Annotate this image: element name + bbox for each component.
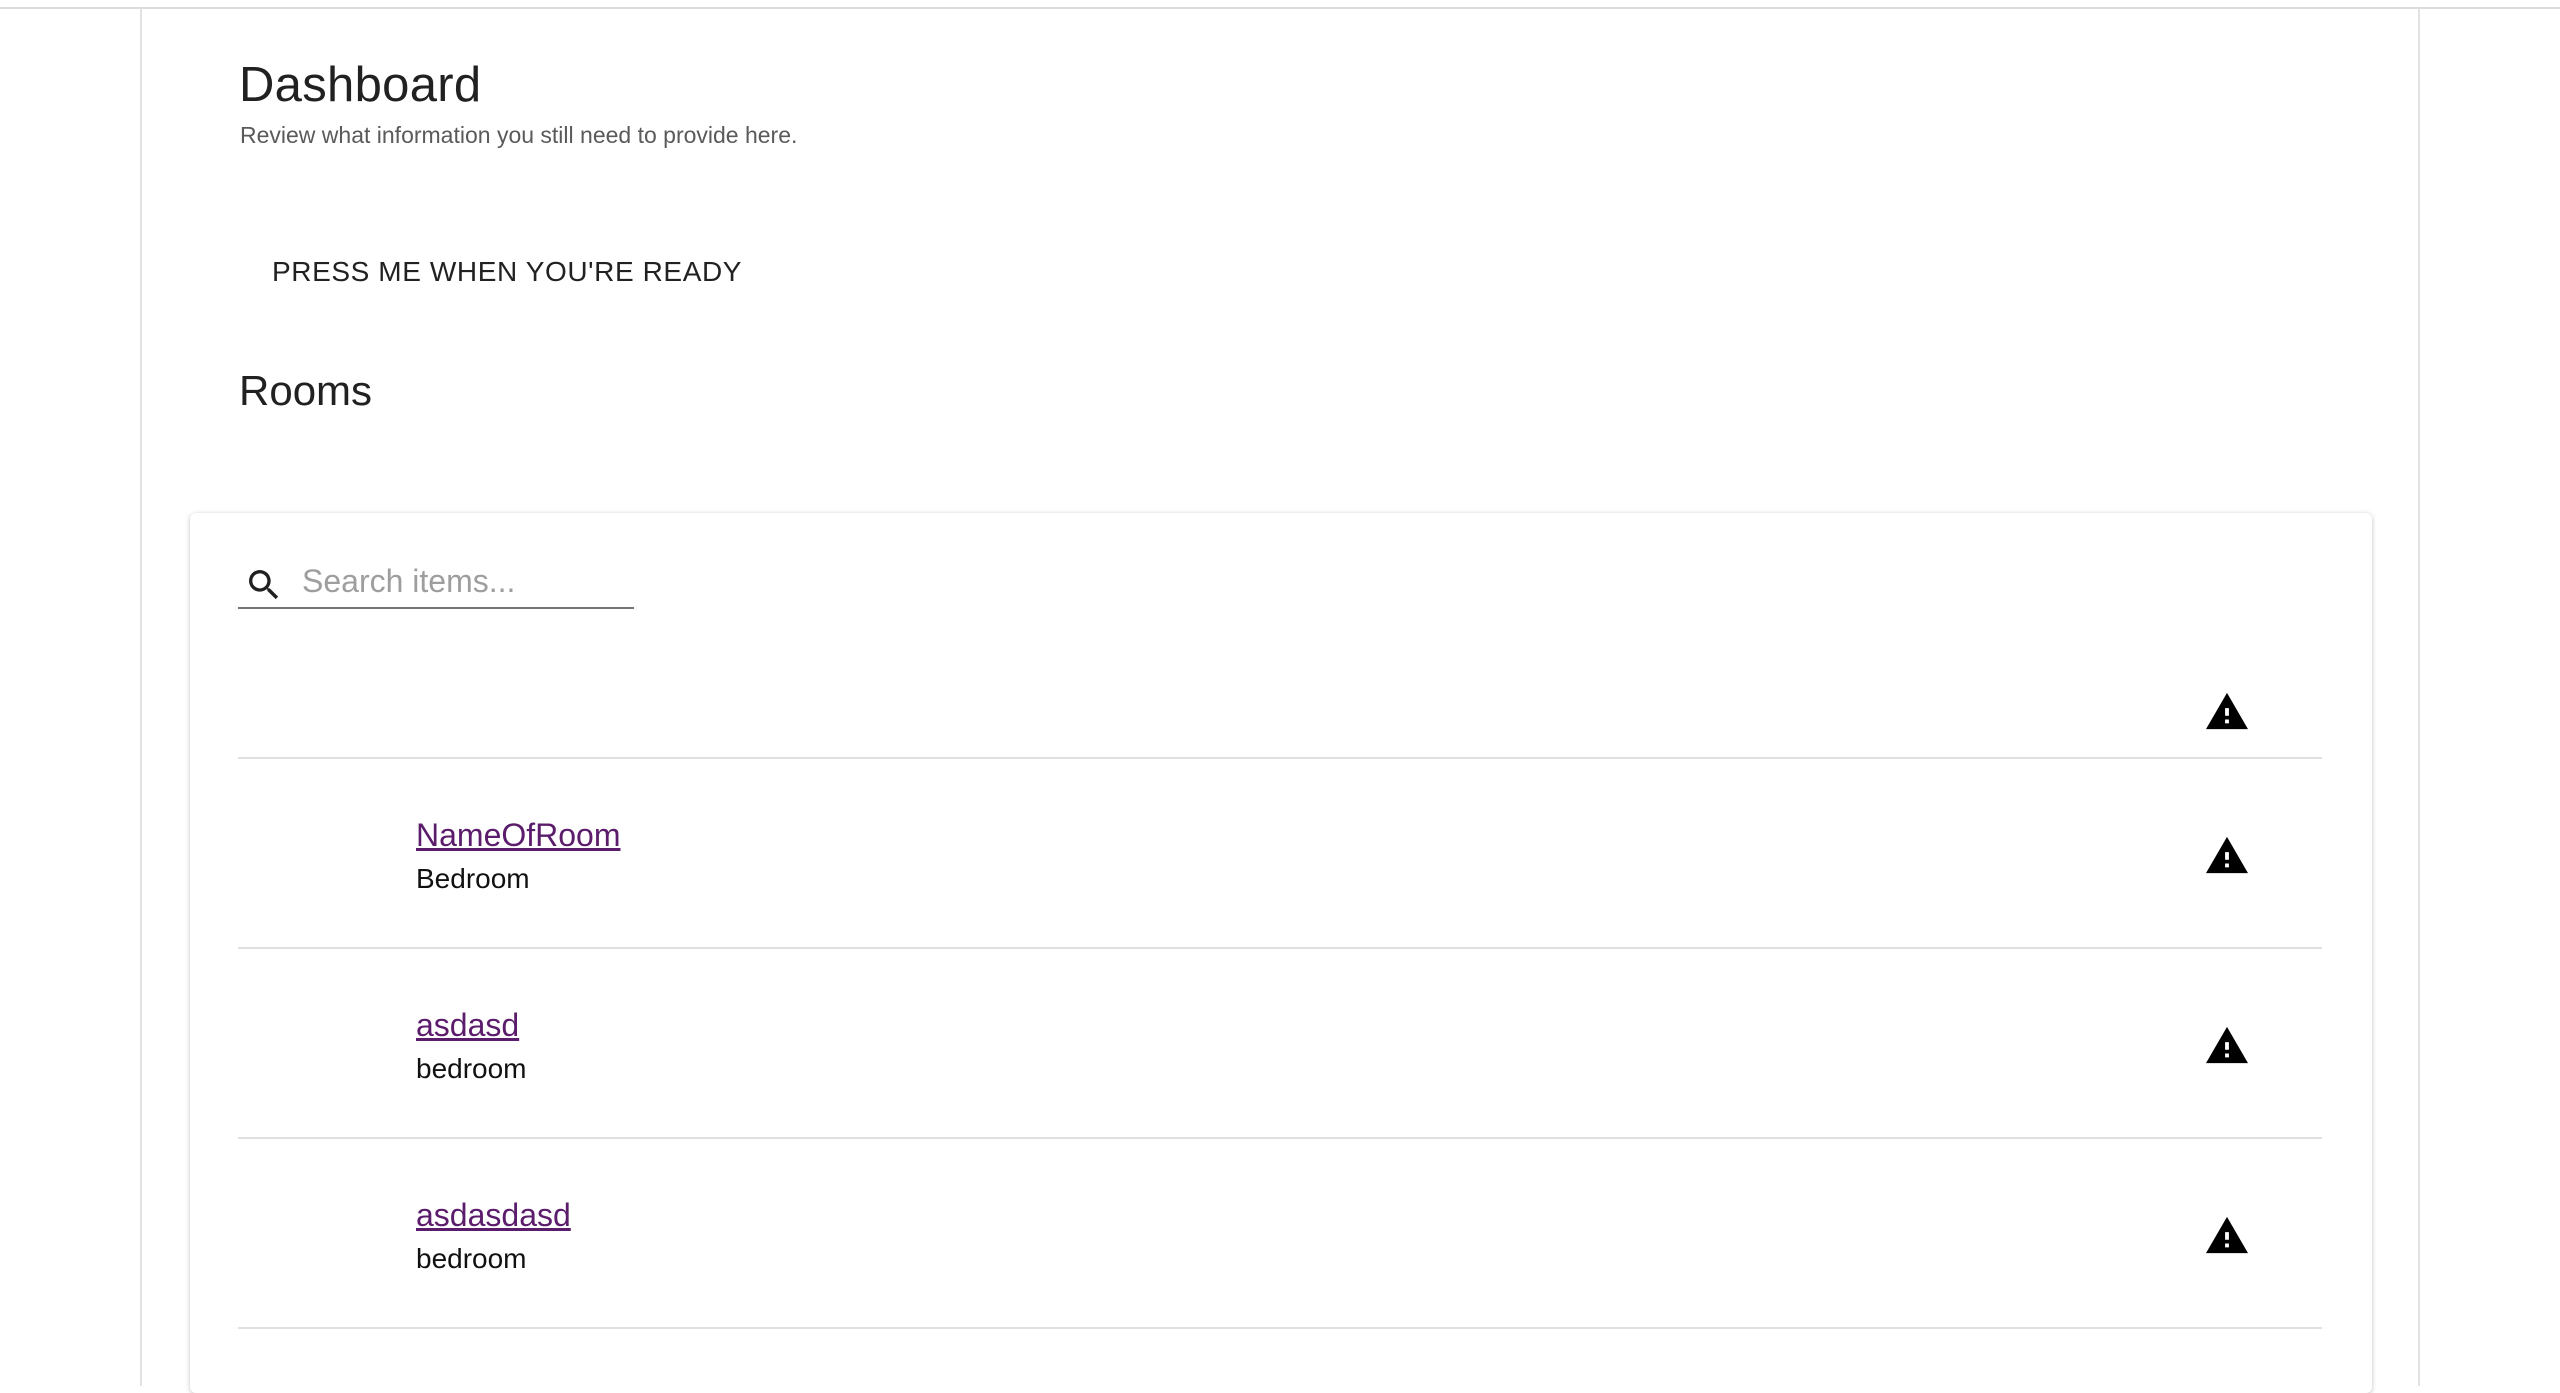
room-type: bedroom <box>416 1053 527 1084</box>
rooms-section-title: Rooms <box>239 367 373 414</box>
room-type: bedroom <box>416 1243 527 1274</box>
room-name-link[interactable]: asdasd <box>416 1007 519 1044</box>
warning-icon <box>2206 836 2248 874</box>
search-icon <box>249 570 279 600</box>
warning-icon <box>2206 1026 2248 1064</box>
page-container: Dashboard Review what information you st… <box>140 9 2420 1393</box>
rooms-card: NameOfRoom Bedroom asdasd bedroom asdasd… <box>190 513 2372 1393</box>
page-title: Dashboard <box>239 58 482 112</box>
table-row: asdasd bedroom <box>238 949 2322 1139</box>
warning-icon <box>2206 1216 2248 1254</box>
table-row: asdasdasd bedroom <box>238 1139 2322 1329</box>
top-divider <box>0 0 2560 9</box>
warning-icon <box>2206 692 2248 730</box>
room-name-link[interactable]: asdasdasd <box>416 1197 571 1234</box>
search-input[interactable] <box>300 559 624 603</box>
room-name-link[interactable]: NameOfRoom <box>416 817 621 854</box>
ready-button[interactable]: PRESS ME WHEN YOU'RE READY <box>240 236 774 308</box>
room-type: Bedroom <box>416 863 530 894</box>
table-row: NameOfRoom Bedroom <box>238 759 2322 949</box>
page-subtitle: Review what information you still need t… <box>240 122 798 148</box>
table-header-row <box>238 609 2322 759</box>
search-field[interactable] <box>238 551 634 609</box>
